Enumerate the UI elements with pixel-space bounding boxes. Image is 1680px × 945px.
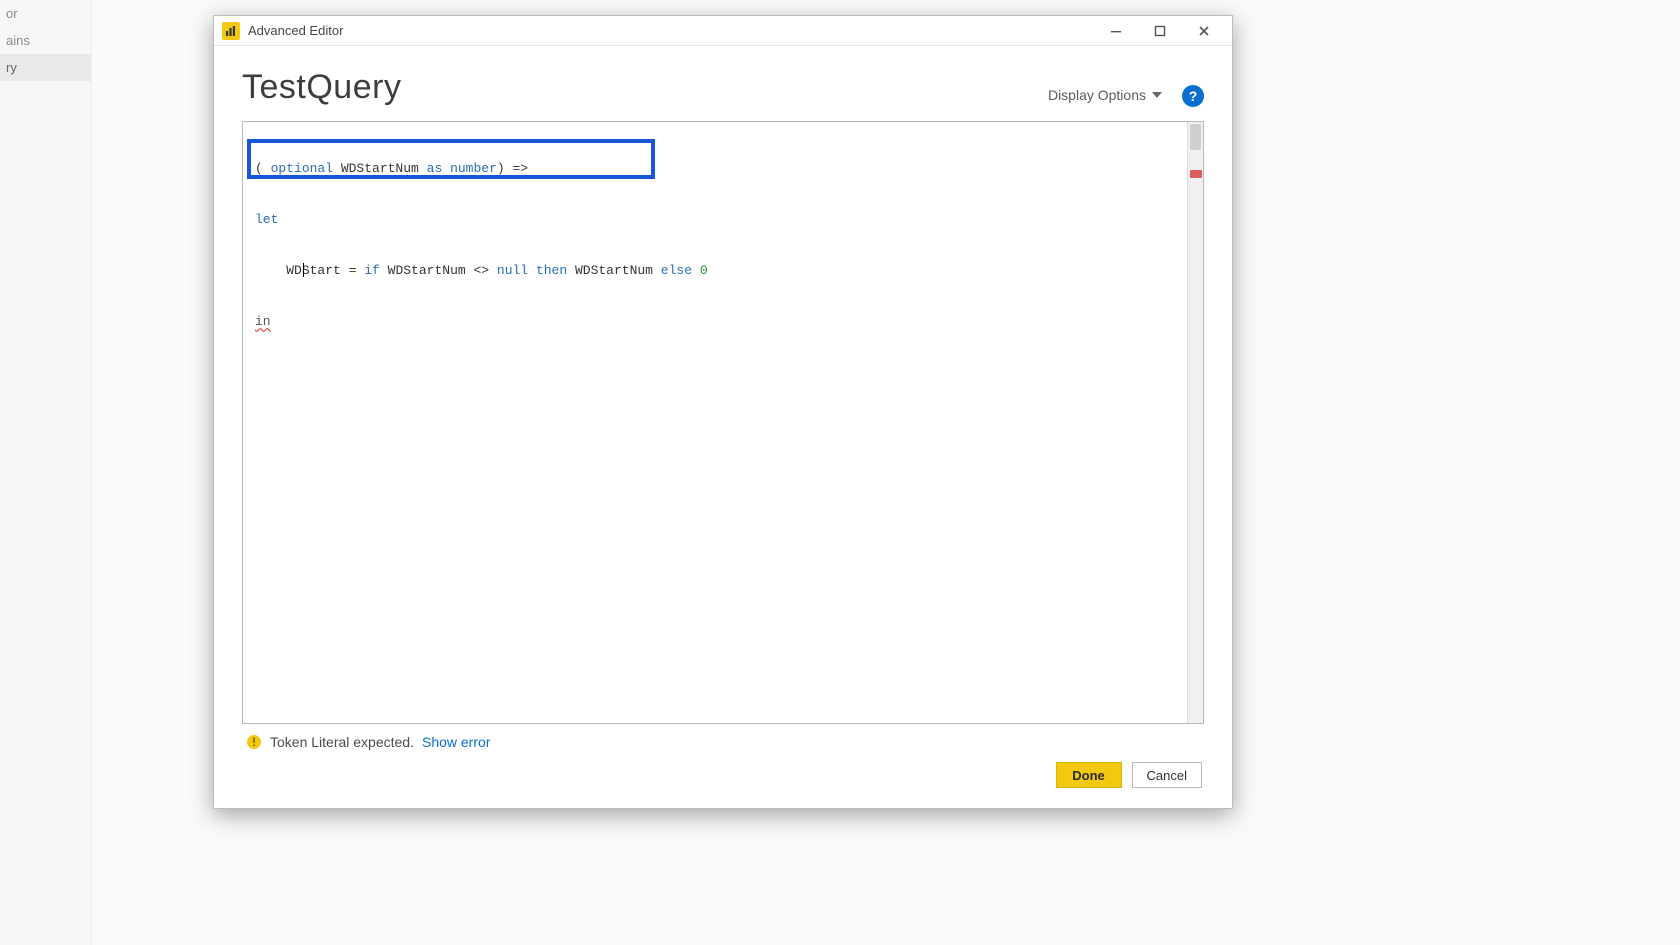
advanced-editor-dialog: Advanced Editor TestQuery Display Option… [213,15,1233,809]
window-maximize-button[interactable] [1138,17,1182,45]
code-line[interactable]: in [255,313,1181,330]
minimize-icon [1110,25,1122,37]
dialog-titlebar: Advanced Editor [214,16,1232,46]
cancel-button[interactable]: Cancel [1132,762,1202,788]
chevron-down-icon [1152,92,1162,98]
powerbi-app-icon [222,22,240,40]
close-icon [1198,25,1210,37]
dialog-title: Advanced Editor [248,23,343,38]
bg-sidebar-item: or [0,0,91,27]
overview-ruler [1189,122,1203,723]
show-error-link[interactable]: Show error [422,734,490,750]
help-icon: ? [1189,88,1198,104]
editor-vertical-scrollbar[interactable] [1187,122,1203,723]
display-options-label: Display Options [1048,87,1146,103]
done-button[interactable]: Done [1056,762,1122,788]
text-caret [303,263,304,277]
window-minimize-button[interactable] [1094,17,1138,45]
window-close-button[interactable] [1182,17,1226,45]
help-button[interactable]: ? [1182,85,1204,107]
maximize-icon [1154,25,1166,37]
bg-sidebar-item-selected: ry [0,54,91,81]
query-name-heading: TestQuery [242,68,1042,107]
background-queries-pane: or ains ry [0,0,92,945]
bg-sidebar-item: ains [0,27,91,54]
syntax-error-message: Token Literal expected. [270,734,414,750]
code-line[interactable]: let [255,211,1181,228]
code-textarea[interactable]: ( optional WDStartNum as number) => let … [243,122,1187,723]
syntax-status-row: Token Literal expected. Show error [242,724,1204,756]
warning-icon [246,734,262,750]
code-line[interactable]: ( optional WDStartNum as number) => [255,160,1181,177]
error-marker-icon [1190,170,1202,178]
display-options-dropdown[interactable]: Display Options [1042,83,1168,107]
code-editor[interactable]: ( optional WDStartNum as number) => let … [242,121,1204,724]
code-line-current[interactable]: WDStart = if WDStartNum <> null then WDS… [255,262,1181,279]
